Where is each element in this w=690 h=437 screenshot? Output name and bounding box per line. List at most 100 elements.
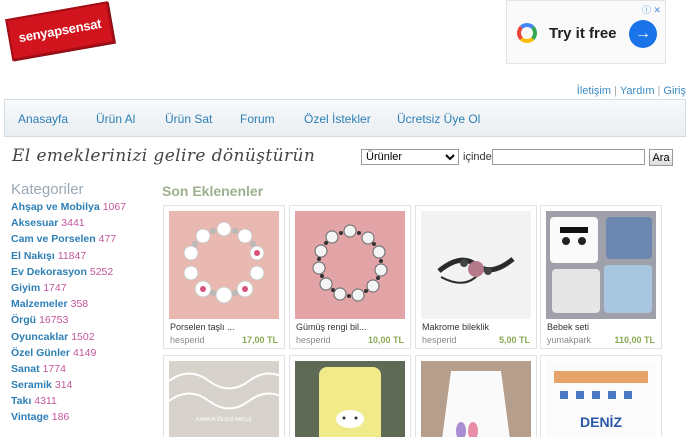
ad-cta-text[interactable]: Try it free — [549, 25, 617, 42]
category-count: 358 — [70, 298, 89, 311]
product-title[interactable]: Bebek seti — [547, 322, 589, 332]
category-count: 477 — [98, 233, 117, 246]
search-category-select[interactable]: Ürünler — [361, 149, 459, 165]
category-count: 1747 — [43, 281, 67, 294]
product-seller[interactable]: hesperid — [170, 335, 205, 345]
search-in-label: içinde — [463, 151, 492, 163]
product-card[interactable] — [289, 355, 411, 437]
product-seller[interactable]: hesperid — [296, 335, 331, 345]
separator: | — [614, 85, 617, 97]
category-name[interactable]: Vintage — [11, 411, 49, 423]
product-seller[interactable]: yumakpark — [547, 335, 591, 345]
category-count: 16753 — [39, 314, 69, 327]
category-item[interactable]: Giyim 1747 — [11, 282, 126, 298]
product-card[interactable]: DENİZ — [540, 355, 662, 437]
product-title[interactable]: Makrome bileklik — [422, 322, 489, 332]
product-title[interactable]: Porselen taşlı ... — [170, 322, 235, 332]
category-item[interactable]: Vintage 186 — [11, 411, 126, 427]
category-item[interactable]: El Nakışı 11847 — [11, 250, 126, 266]
category-item[interactable]: Seramik 314 — [11, 379, 126, 395]
category-item[interactable]: Sanat 1774 — [11, 363, 126, 379]
category-name[interactable]: Seramik — [11, 379, 52, 391]
category-name[interactable]: Malzemeler — [11, 298, 68, 310]
nav-register[interactable]: Ücretsiz Üye Ol — [397, 112, 480, 126]
nav-home[interactable]: Anasayfa — [18, 112, 68, 126]
new-items-title: Son Eklenenler — [162, 183, 264, 199]
main-nav: Anasayfa Ürün Al Ürün Sat Forum Özel İst… — [4, 99, 686, 137]
ad-banner[interactable]: ⓘ ✕ Try it free → — [506, 0, 666, 64]
category-count: 314 — [54, 379, 73, 392]
product-image-macrame[interactable] — [421, 211, 531, 319]
category-item[interactable]: Ev Dekorasyon 5252 — [11, 266, 126, 282]
product-price: 110,00 TL — [614, 335, 655, 345]
search-input[interactable] — [492, 149, 645, 165]
category-item[interactable]: Takı 4311 — [11, 395, 126, 411]
product-image-silver-bracelet[interactable] — [295, 211, 405, 319]
category-item[interactable]: Aksesuar 3441 — [11, 217, 126, 233]
category-item[interactable]: Örgü 16753 — [11, 314, 126, 330]
category-name[interactable]: Giyim — [11, 282, 40, 294]
category-item[interactable]: Malzemeler 358 — [11, 298, 126, 314]
ad-arrow-button[interactable]: → — [629, 20, 657, 48]
site-slogan: El emeklerinizi gelire dönüştürün — [12, 146, 316, 166]
product-card[interactable] — [415, 355, 537, 437]
category-name[interactable]: Aksesuar — [11, 217, 58, 229]
category-count: 1067 — [102, 201, 127, 213]
category-name[interactable]: Özel Günler — [11, 347, 70, 359]
product-price: 17,00 TL — [241, 335, 278, 345]
logo-text: senyapsensat — [17, 15, 103, 46]
category-name[interactable]: Ev Dekorasyon — [11, 266, 87, 278]
category-count: 3441 — [61, 217, 85, 230]
nav-requests[interactable]: Özel İstekler — [304, 112, 371, 126]
search-button[interactable]: Ara — [649, 149, 673, 166]
category-name[interactable]: Ahşap ve Mobilya — [11, 201, 100, 213]
category-count: 1502 — [71, 330, 95, 343]
product-image-doily[interactable]: KANAVA İĞLENİ HATILE — [169, 361, 279, 437]
category-name[interactable]: Sanat — [11, 363, 40, 375]
ad-logo-icon — [517, 23, 537, 43]
category-count: 5252 — [89, 265, 114, 278]
product-card[interactable]: Porselen taşlı ... hesperid 17,00 TL — [163, 205, 285, 349]
product-image-name-pillow[interactable]: DENİZ — [546, 361, 656, 437]
categories-title: Kategoriler — [11, 181, 84, 198]
product-seller[interactable]: hesperid — [422, 335, 457, 345]
category-name[interactable]: Cam ve Porselen — [11, 233, 96, 245]
category-name[interactable]: Örgü — [11, 314, 36, 326]
category-count: 11847 — [57, 249, 87, 262]
site-logo[interactable]: senyapsensat — [5, 1, 115, 61]
nav-sell[interactable]: Ürün Sat — [165, 112, 212, 126]
category-count: 4149 — [72, 346, 97, 359]
category-item[interactable]: Ahşap ve Mobilya 1067 — [11, 201, 126, 217]
category-item[interactable]: Özel Günler 4149 — [11, 347, 126, 363]
pillow-name-text: DENİZ — [580, 414, 622, 430]
login-link[interactable]: Giriş — [663, 85, 686, 97]
category-name[interactable]: El Nakışı — [11, 250, 55, 262]
product-image-baby-set[interactable] — [546, 211, 656, 319]
category-count: 186 — [51, 411, 70, 424]
product-card[interactable]: Makrome bileklik hesperid 5,00 TL — [415, 205, 537, 349]
doily-caption: KANAVA İĞLENİ HATILE — [196, 416, 252, 423]
product-title[interactable]: Gümüş rengi bil... — [296, 322, 367, 332]
category-count: 1774 — [42, 362, 66, 375]
category-name[interactable]: Oyuncaklar — [11, 331, 68, 343]
top-links: İletişim | Yardım | Giriş — [577, 85, 686, 97]
product-image-baby-dress[interactable] — [421, 361, 531, 437]
help-link[interactable]: Yardım — [620, 85, 655, 97]
separator: | — [657, 85, 661, 97]
nav-buy[interactable]: Ürün Al — [96, 112, 135, 126]
categories-list: Ahşap ve Mobilya 1067 Aksesuar 3441 Cam ve… — [11, 201, 126, 428]
ad-info-close-icons[interactable]: ⓘ ✕ — [642, 3, 661, 16]
product-card[interactable]: KANAVA İĞLENİ HATILE — [163, 355, 285, 437]
product-image-yellow-knit[interactable] — [295, 361, 405, 437]
product-card[interactable]: Bebek seti yumakpark 110,00 TL — [540, 205, 662, 349]
product-price: 10,00 TL — [367, 335, 404, 345]
product-image-bracelet[interactable] — [169, 211, 279, 319]
product-card[interactable]: Gümüş rengi bil... hesperid 10,00 TL — [289, 205, 411, 349]
category-item[interactable]: Cam ve Porselen 477 — [11, 233, 126, 249]
product-price: 5,00 TL — [498, 335, 530, 345]
nav-forum[interactable]: Forum — [240, 112, 275, 126]
contact-link[interactable]: İletişim — [577, 85, 611, 97]
category-name[interactable]: Takı — [11, 395, 31, 407]
category-count: 4311 — [34, 395, 57, 408]
category-item[interactable]: Oyuncaklar 1502 — [11, 331, 126, 347]
